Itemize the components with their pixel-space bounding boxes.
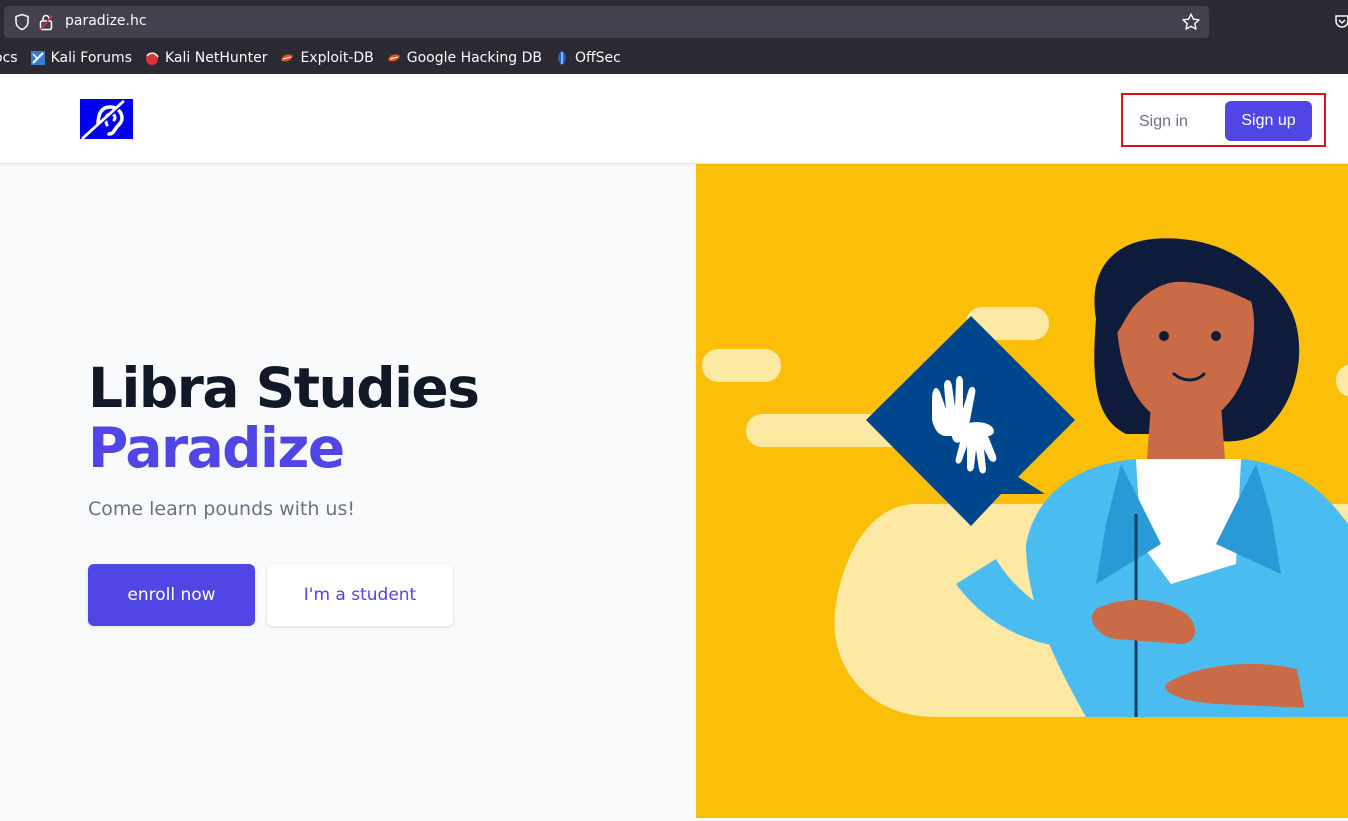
sign-language-teacher-illustration <box>702 238 1348 717</box>
hero-title-line2: Paradize <box>88 416 345 480</box>
bookmark-kali-forums[interactable]: Kali Forums <box>30 50 132 66</box>
ghdb-icon <box>387 54 400 62</box>
bookmark-exploit-db[interactable]: Exploit-DB <box>279 50 374 66</box>
bookmark-label: Kali NetHunter <box>165 50 268 66</box>
browser-chrome: paradize.hc ocs Kali Forums Kali NetHunt… <box>0 0 1348 74</box>
shield-icon[interactable] <box>13 13 31 31</box>
sign-up-button[interactable]: Sign up <box>1225 101 1312 141</box>
bookmark-label: ocs <box>0 50 18 66</box>
hearing-accessibility-logo[interactable] <box>80 99 133 139</box>
hero-title-line1: Libra Studies <box>88 356 480 420</box>
kali-forums-icon <box>30 51 45 65</box>
star-icon[interactable] <box>1181 12 1201 32</box>
url-bar[interactable]: paradize.hc <box>4 6 1209 38</box>
bookmark-docs[interactable]: ocs <box>0 50 18 66</box>
site-navbar: Sign in Sign up <box>0 74 1348 164</box>
bookmark-label: Kali Forums <box>50 50 132 66</box>
hero-left-panel <box>0 164 696 821</box>
offsec-icon <box>558 51 566 65</box>
bookmark-label: OffSec <box>574 50 621 66</box>
kali-nethunter-icon <box>146 52 159 65</box>
sign-in-link[interactable]: Sign in <box>1139 103 1188 141</box>
student-button[interactable]: I'm a student <box>267 564 453 626</box>
bookmarks-toolbar: ocs Kali Forums Kali NetHunter Exploit-D… <box>0 46 1348 70</box>
bookmark-kali-nethunter[interactable]: Kali NetHunter <box>144 50 267 66</box>
auth-actions-highlight: Sign in Sign up <box>1121 93 1326 147</box>
bookmark-google-hacking-db[interactable]: Google Hacking DB <box>386 50 542 66</box>
bookmark-label: Google Hacking DB <box>406 50 542 66</box>
web-page: Sign in Sign up Libra Studies Paradize C… <box>0 74 1348 821</box>
url-text[interactable]: paradize.hc <box>65 13 147 29</box>
hero-illustration-panel <box>696 164 1348 818</box>
bookmark-offsec[interactable]: OffSec <box>554 50 621 66</box>
lock-icon[interactable] <box>38 13 54 31</box>
enroll-now-button[interactable]: enroll now <box>88 564 255 626</box>
exploit-db-icon <box>281 54 294 62</box>
hero-tagline: Come learn pounds with us! <box>88 498 355 520</box>
bookmark-label: Exploit-DB <box>300 50 374 66</box>
pocket-icon[interactable] <box>1334 13 1348 29</box>
